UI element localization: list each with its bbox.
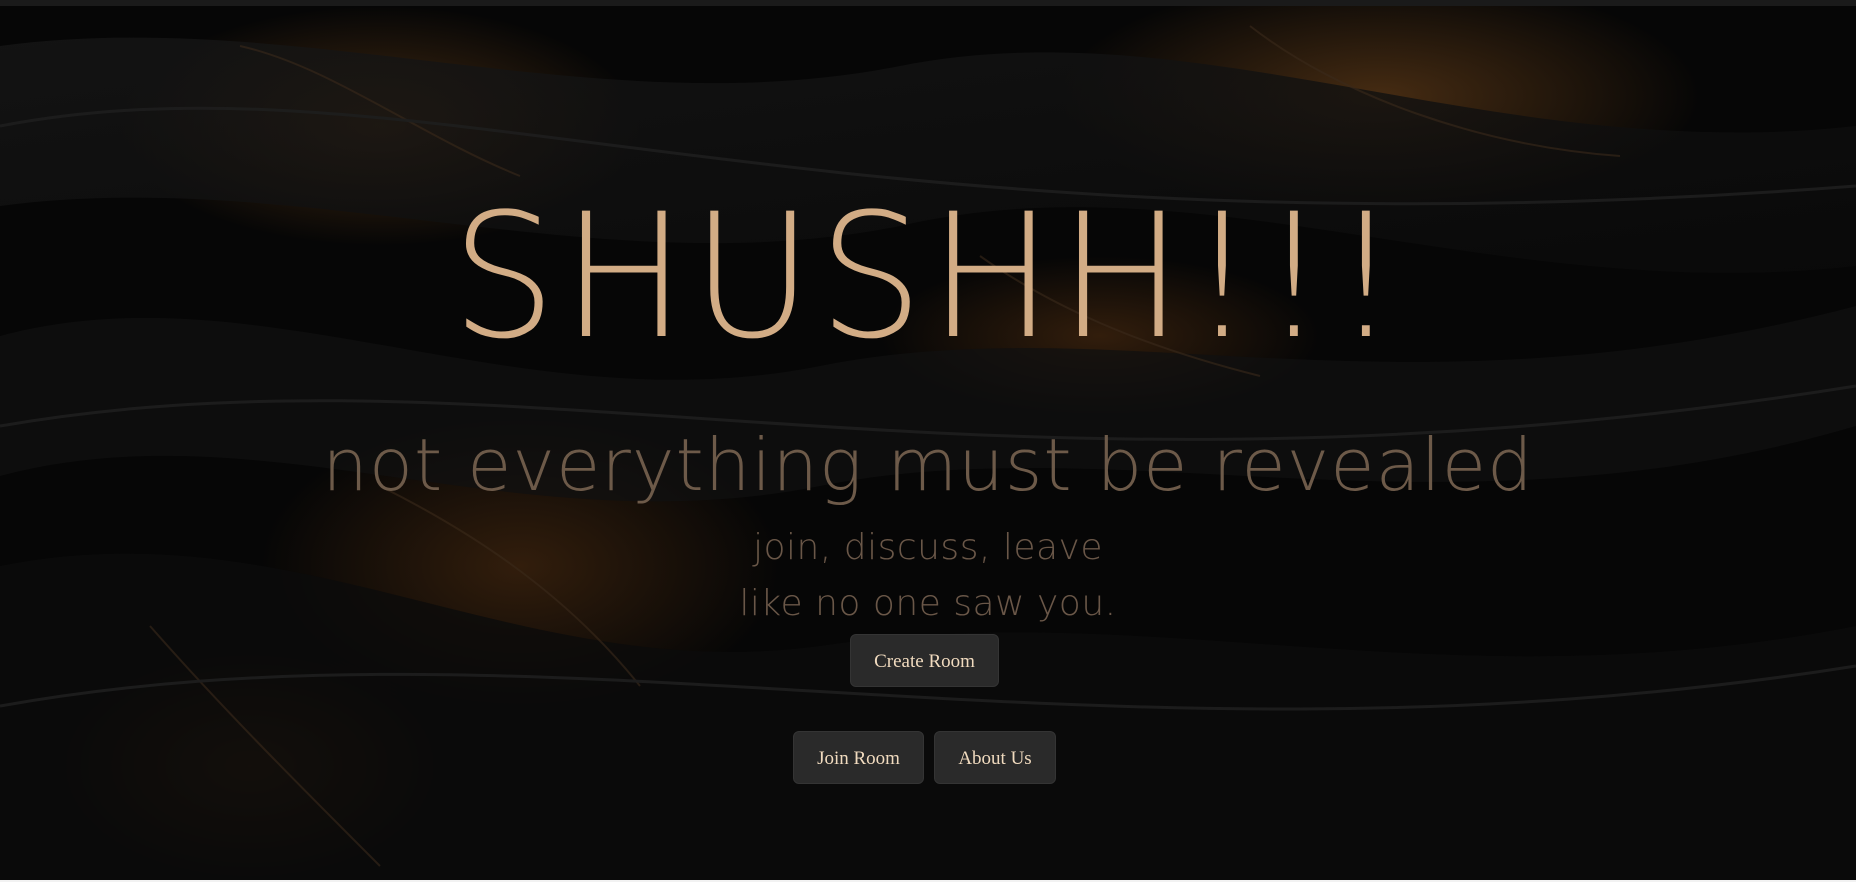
app-title: SHUSHH!!! bbox=[451, 176, 1405, 377]
subline-join-discuss-leave: join, discuss, leave bbox=[752, 527, 1103, 568]
join-room-button[interactable]: Join Room bbox=[793, 731, 924, 784]
about-us-button[interactable]: About Us bbox=[934, 731, 1056, 784]
create-room-button[interactable]: Create Room bbox=[850, 634, 999, 687]
subline-no-one-saw: like no one saw you. bbox=[739, 583, 1117, 624]
tagline: not everything must be revealed bbox=[322, 423, 1534, 507]
